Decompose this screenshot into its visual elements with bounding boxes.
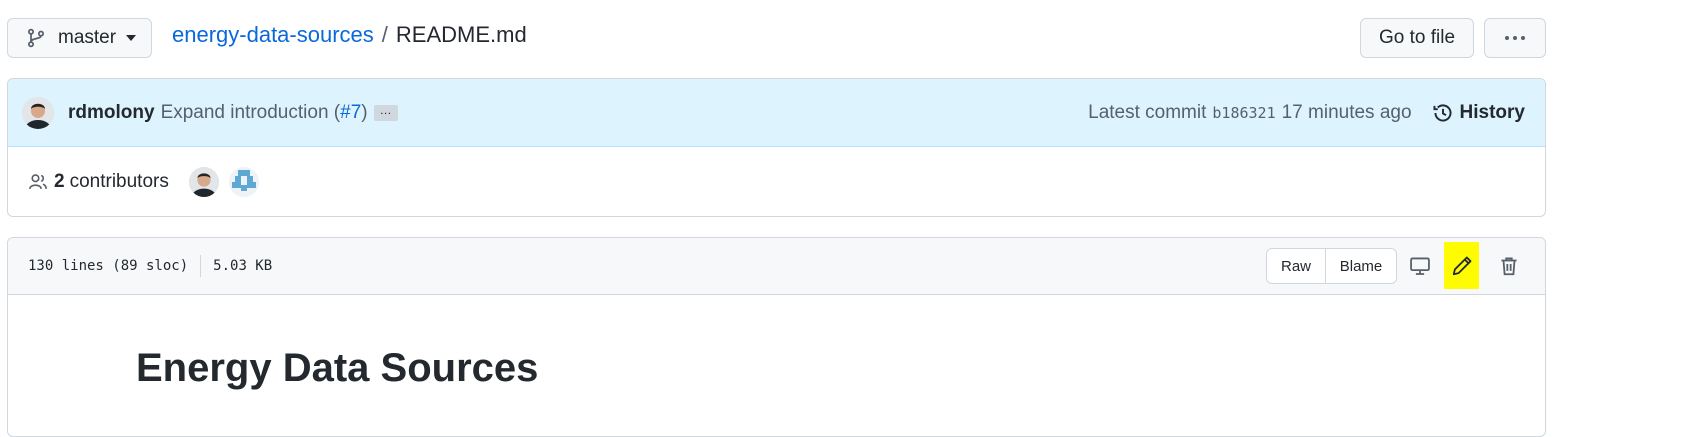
commit-header: rdmolony Expand introduction (#7) … Late… (8, 79, 1545, 147)
latest-commit-box: rdmolony Expand introduction (#7) … Late… (7, 78, 1546, 217)
author-avatar[interactable] (22, 96, 54, 129)
git-branch-icon (27, 28, 45, 48)
commit-time: 17 minutes ago (1281, 102, 1412, 123)
people-icon (29, 173, 47, 189)
contributor-avatar[interactable] (188, 166, 219, 197)
file-viewer: 130 lines (89 sloc) 5.03 KB Raw Blame En… (7, 237, 1546, 437)
trash-icon (1501, 257, 1517, 276)
contributor-identicon-avatar[interactable] (228, 166, 259, 197)
file-info: 130 lines (89 sloc) 5.03 KB (28, 255, 272, 277)
edit-file-button[interactable] (1451, 255, 1473, 277)
contributor-avatars (188, 166, 269, 197)
history-label: History (1459, 102, 1525, 123)
latest-commit-label: Latest commit (1088, 102, 1207, 123)
history-link[interactable]: History (1432, 102, 1525, 124)
chevron-down-icon (126, 35, 137, 41)
desktop-icon (1410, 257, 1430, 275)
expand-commit-message-button[interactable]: … (373, 104, 398, 121)
kebab-horizontal-icon (1505, 36, 1525, 40)
pr-link[interactable]: #7 (340, 102, 361, 123)
breadcrumb: energy-data-sources / README.md (172, 22, 527, 48)
display-source-button[interactable] (1409, 255, 1431, 277)
commit-author[interactable]: rdmolony (68, 102, 155, 124)
history-icon (1433, 104, 1452, 122)
raw-button[interactable]: Raw (1267, 249, 1326, 283)
commit-sha[interactable]: b186321 (1212, 104, 1275, 122)
branch-selector-button[interactable]: master (7, 18, 152, 58)
blame-button[interactable]: Blame (1326, 249, 1396, 283)
contributors-count: 2 (54, 170, 65, 192)
file-lines: 130 lines (89 sloc) (28, 258, 189, 274)
contributors-row[interactable]: 2 contributors (8, 147, 1545, 216)
file-header: 130 lines (89 sloc) 5.03 KB Raw Blame (8, 238, 1545, 295)
raw-blame-button-group: Raw Blame (1266, 248, 1397, 284)
branch-name: master (58, 27, 117, 48)
go-to-file-button[interactable]: Go to file (1360, 18, 1474, 58)
more-options-button[interactable] (1484, 18, 1546, 58)
readme-title: Energy Data Sources (136, 346, 539, 390)
pencil-icon (1452, 256, 1472, 276)
file-name: README.md (395, 22, 527, 47)
breadcrumb-separator: / (381, 22, 388, 47)
divider (200, 255, 202, 277)
repo-link[interactable]: energy-data-sources (172, 22, 374, 48)
commit-message-text: Expand introduction ( (160, 101, 341, 123)
file-size: 5.03 KB (213, 258, 273, 274)
commit-meta: Latest commit b186321 17 minutes ago His… (1088, 79, 1525, 147)
contributors-label: contributors (69, 170, 169, 192)
commit-message-end: ) (361, 101, 368, 123)
delete-file-button[interactable] (1498, 255, 1520, 277)
commit-message[interactable]: Expand introduction (#7) (161, 102, 368, 124)
